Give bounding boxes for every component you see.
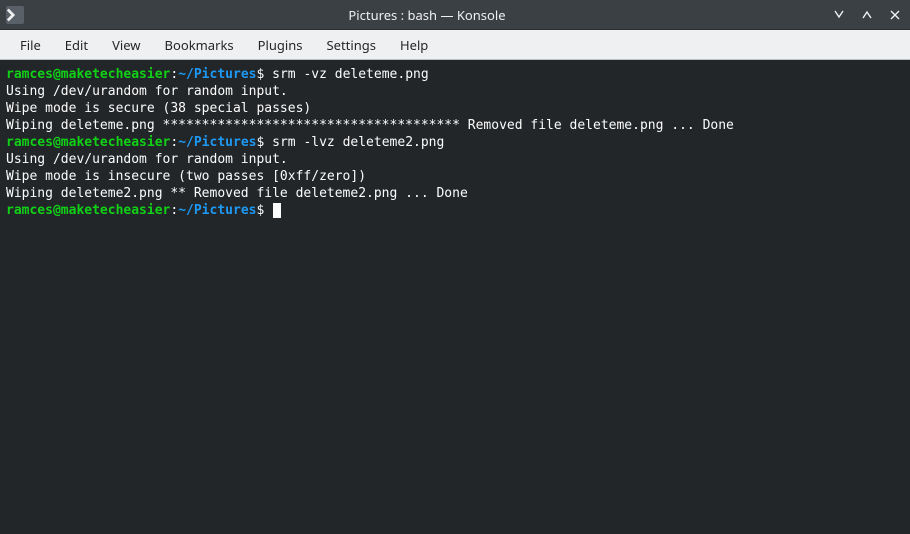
prompt-user-host: ramces@maketecheasier xyxy=(6,203,170,218)
terminal-prompt-line: ramces@maketecheasier:~/Pictures$ srm -l… xyxy=(6,134,904,151)
terminal-output-line: Wiping deleteme2.png ** Removed file del… xyxy=(6,185,904,202)
terminal-icon xyxy=(6,6,24,24)
app-icon xyxy=(6,6,24,24)
close-button[interactable] xyxy=(886,6,904,24)
close-icon xyxy=(889,9,901,21)
command-text: srm -lvz deleteme2.png xyxy=(272,135,444,150)
maximize-icon xyxy=(861,9,873,21)
minimize-button[interactable] xyxy=(830,6,848,24)
output-text: Using /dev/urandom for random input. xyxy=(6,84,288,99)
menu-view[interactable]: View xyxy=(100,32,152,58)
menu-plugins[interactable]: Plugins xyxy=(246,32,315,58)
output-text: Wiping deleteme2.png ** Removed file del… xyxy=(6,186,468,201)
menu-bookmarks[interactable]: Bookmarks xyxy=(153,32,246,58)
menu-settings[interactable]: Settings xyxy=(315,32,388,58)
prompt-symbol: $ xyxy=(256,67,272,82)
output-text: Using /dev/urandom for random input. xyxy=(6,152,288,167)
minimize-icon xyxy=(833,9,845,21)
prompt-path: ~/Pictures xyxy=(178,135,256,150)
prompt-symbol: $ xyxy=(256,203,272,218)
terminal-output-line: Wipe mode is secure (38 special passes) xyxy=(6,100,904,117)
prompt-path: ~/Pictures xyxy=(178,67,256,82)
prompt-user-host: ramces@maketecheasier xyxy=(6,67,170,82)
terminal-area[interactable]: ramces@maketecheasier:~/Pictures$ srm -v… xyxy=(0,60,910,534)
window-title: Pictures : bash — Konsole xyxy=(30,6,824,24)
cursor xyxy=(273,203,281,218)
terminal-prompt-line: ramces@maketecheasier:~/Pictures$ xyxy=(6,202,904,219)
titlebar: Pictures : bash — Konsole xyxy=(0,0,910,30)
terminal-output-line: Using /dev/urandom for random input. xyxy=(6,83,904,100)
terminal-output-line: Wipe mode is insecure (two passes [0xff/… xyxy=(6,168,904,185)
terminal-prompt-line: ramces@maketecheasier:~/Pictures$ srm -v… xyxy=(6,66,904,83)
menu-help[interactable]: Help xyxy=(388,32,440,58)
terminal-output-line: Wiping deleteme.png ********************… xyxy=(6,117,904,134)
menu-edit[interactable]: Edit xyxy=(53,32,100,58)
prompt-path: ~/Pictures xyxy=(178,203,256,218)
command-text: srm -vz deleteme.png xyxy=(272,67,429,82)
prompt-symbol: $ xyxy=(256,135,272,150)
prompt-user-host: ramces@maketecheasier xyxy=(6,135,170,150)
menu-file[interactable]: File xyxy=(8,32,53,58)
maximize-button[interactable] xyxy=(858,6,876,24)
output-text: Wiping deleteme.png ********************… xyxy=(6,118,734,133)
menubar: File Edit View Bookmarks Plugins Setting… xyxy=(0,30,910,60)
output-text: Wipe mode is secure (38 special passes) xyxy=(6,101,311,116)
window-controls xyxy=(830,6,904,24)
output-text: Wipe mode is insecure (two passes [0xff/… xyxy=(6,169,366,184)
terminal-output-line: Using /dev/urandom for random input. xyxy=(6,151,904,168)
